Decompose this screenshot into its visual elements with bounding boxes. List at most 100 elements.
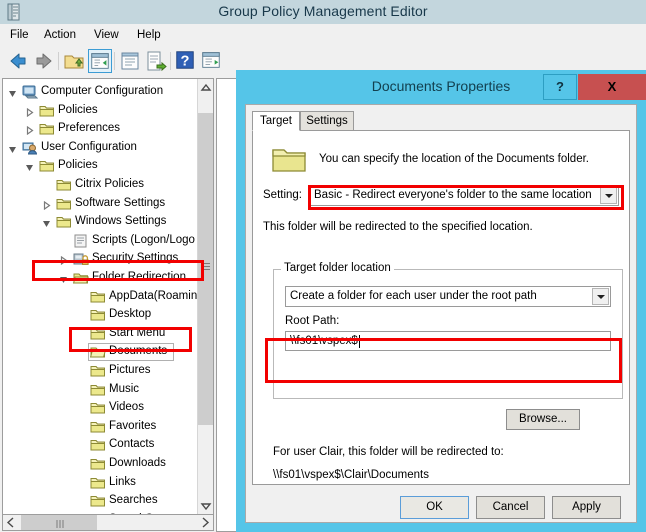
folder-icon (271, 145, 307, 175)
console-tree-items: Computer Configuration Policies Preference… (3, 79, 199, 515)
target-folder-location-title: Target folder location (281, 262, 394, 274)
root-path-input[interactable]: \\fs01\vspex$ (285, 331, 611, 351)
tree-item-scripts-logon-logo[interactable]: Scripts (Logon/Logo (3, 232, 199, 251)
folder-icon (90, 438, 106, 452)
tree-item-user-configuration[interactable]: User Configuration (3, 139, 199, 158)
tree-item-music[interactable]: Music (3, 381, 199, 400)
tree-item-label: Pictures (109, 364, 151, 376)
tree-vertical-scrollbar[interactable] (197, 79, 213, 515)
tree-item-policies[interactable]: Policies (3, 157, 199, 176)
tree-item-security-settings[interactable]: Security Settings (3, 250, 199, 269)
toolbar-separator-2 (114, 52, 115, 70)
chevron-down-icon[interactable] (600, 187, 617, 204)
properties-icon[interactable] (118, 49, 142, 73)
menu-action[interactable]: Action (40, 28, 80, 42)
up-one-level-icon[interactable] (62, 49, 86, 73)
chevron-down-icon[interactable] (25, 163, 34, 172)
tree-item-searches[interactable]: Searches (3, 492, 199, 511)
tree-item-desktop[interactable]: Desktop (3, 306, 199, 325)
main-window-titlebar: Group Policy Management Editor (0, 0, 646, 24)
target-location-dropdown[interactable]: Create a folder for each user under the … (285, 286, 611, 307)
tree-item-documents[interactable]: Documents (3, 343, 199, 362)
tree-item-windows-settings[interactable]: Windows Settings (3, 213, 199, 232)
folder-icon (90, 308, 106, 322)
chevron-down-icon[interactable] (8, 89, 17, 98)
tree-item-appdata-roamin[interactable]: AppData(Roamin (3, 288, 199, 307)
tree-item-links[interactable]: Links (3, 474, 199, 493)
tree-item-label: Favorites (109, 419, 157, 432)
tree-item-label: Documents (109, 345, 168, 358)
folder-open-icon (89, 345, 106, 359)
menu-view[interactable]: View (90, 28, 123, 42)
scroll-left-arrow-icon[interactable] (3, 515, 19, 530)
console-tree[interactable]: Computer Configuration Policies Preference… (2, 78, 214, 516)
browse-button[interactable]: Browse... (506, 409, 580, 430)
tree-item-policies[interactable]: Policies (3, 102, 199, 121)
folder-icon (90, 494, 106, 508)
menu-help[interactable]: Help (133, 28, 165, 42)
dialog-titlebar: Documents Properties ? X (236, 70, 646, 104)
setting-dropdown[interactable]: Basic - Redirect everyone's folder to th… (309, 185, 619, 206)
help-icon[interactable]: ? (174, 49, 198, 73)
ok-button[interactable]: OK (400, 496, 469, 519)
cancel-button[interactable]: Cancel (476, 496, 545, 519)
chevron-down-icon[interactable] (8, 145, 17, 154)
tree-item-computer-configuration[interactable]: Computer Configuration (3, 83, 199, 102)
folder-open-icon (72, 271, 89, 285)
tree-item-downloads[interactable]: Downloads (3, 455, 199, 474)
tree-item-label: Computer Configuration (41, 85, 164, 97)
tree-item-citrix-policies[interactable]: Citrix Policies (3, 176, 199, 195)
chevron-down-icon[interactable] (59, 275, 68, 284)
tree-item-label: Citrix Policies (75, 178, 145, 190)
tree-hscrollbar-thumb[interactable] (21, 515, 97, 530)
chevron-down-icon[interactable] (592, 288, 609, 305)
tree-item-preferences[interactable]: Preferences (3, 120, 199, 139)
computer-icon (22, 85, 39, 99)
tree-item-label: Windows Settings (75, 215, 167, 228)
show-hide-tree-icon[interactable] (88, 49, 112, 73)
tree-item-pictures[interactable]: Pictures (3, 362, 199, 381)
chevron-right-icon[interactable] (25, 126, 34, 136)
tree-item-software-settings[interactable]: Software Settings (3, 195, 199, 214)
tree-scrollbar-thumb[interactable] (198, 113, 213, 425)
scroll-down-arrow-icon[interactable] (198, 498, 213, 515)
dialog-close-button[interactable]: X (578, 74, 646, 100)
tree-item-start-menu[interactable]: Start Menu (3, 325, 199, 344)
chevron-right-icon[interactable] (59, 256, 68, 266)
tree-horizontal-scrollbar[interactable] (2, 514, 214, 531)
folder-icon (90, 290, 106, 304)
tree-item-folder-redirection[interactable]: Folder Redirection (3, 269, 199, 288)
back-icon[interactable] (6, 49, 30, 73)
tree-item-label: Policies (58, 159, 98, 172)
scroll-right-arrow-icon[interactable] (197, 515, 213, 530)
tab-target[interactable]: Target (252, 111, 300, 131)
chevron-right-icon[interactable] (25, 107, 34, 117)
tree-item-label: Start Menu (109, 326, 166, 339)
chevron-down-icon[interactable] (42, 219, 51, 228)
tree-item-label: Desktop (109, 308, 152, 321)
export-list-icon[interactable] (144, 49, 168, 73)
tree-item-label: Folder Redirection (92, 271, 186, 283)
tab-settings[interactable]: Settings (300, 111, 354, 131)
menu-file[interactable]: File (6, 28, 33, 42)
tree-item-favorites[interactable]: Favorites (3, 418, 199, 437)
tree-item-label: Links (109, 475, 136, 488)
tree-item-videos[interactable]: Videos (3, 399, 199, 418)
setting-dropdown-value: Basic - Redirect everyone's folder to th… (314, 189, 592, 201)
tree-item-label: Security Settings (92, 252, 179, 265)
chevron-right-icon[interactable] (42, 200, 51, 210)
folder-icon (56, 178, 72, 192)
dialog-description: You can specify the location of the Docu… (319, 153, 589, 165)
tree-item-contacts[interactable]: Contacts (3, 436, 199, 455)
dialog-body: Target Settings You can specify the loca… (245, 104, 637, 523)
svg-text:?: ? (181, 54, 190, 70)
toolbar-separator-3 (170, 52, 171, 70)
forward-icon[interactable] (32, 49, 56, 73)
redirect-preview-path: \\fs01\vspex$\Clair\Documents (273, 469, 429, 481)
folder-icon (90, 457, 106, 471)
scroll-up-arrow-icon[interactable] (198, 79, 213, 96)
show-filter-icon[interactable] (200, 49, 224, 73)
apply-button[interactable]: Apply (552, 496, 621, 519)
dialog-help-button[interactable]: ? (543, 74, 577, 100)
folder-icon (39, 122, 55, 136)
